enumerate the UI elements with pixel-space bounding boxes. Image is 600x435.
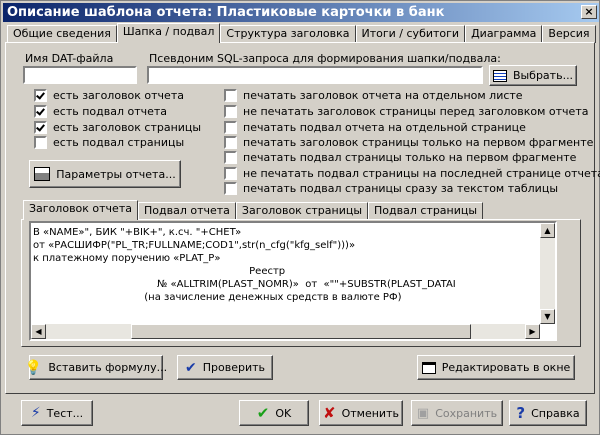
lightning-icon: ⚡ (30, 405, 41, 421)
checkbox-page-header[interactable] (34, 121, 47, 134)
check-label: печатать заголовок отчета на отдельном л… (243, 89, 523, 102)
tab-totals[interactable]: Итоги / субитоги (355, 25, 466, 43)
close-button[interactable]: × (581, 5, 597, 19)
help-button-label: Справка (531, 406, 580, 420)
sub-tabs: Заголовок отчета Подвал отчета Заголовок… (23, 200, 484, 220)
scroll-up-icon[interactable]: ▲ (540, 223, 555, 238)
checkbox-right-7[interactable] (224, 182, 237, 195)
test-button-label: Тест... (46, 406, 84, 420)
editor-line: от «РАСШИФР("PL_TR;FULLNAME;COD1",str(n_… (33, 240, 356, 251)
tab-diagram[interactable]: Диаграмма (465, 25, 543, 43)
editor-line: к платежному поручению «PLAT_P» (33, 253, 221, 264)
list-icon (492, 69, 507, 82)
check-right-6[interactable]: не печатать подвал страницы на последней… (224, 167, 600, 180)
checkbox-right-6[interactable] (224, 167, 237, 180)
check-right-5[interactable]: печатать подвал страницы только на перво… (224, 151, 576, 164)
check-label: печатать подвал отчета на отдельной стра… (243, 121, 526, 134)
check-label: не печатать подвал страницы на последней… (243, 167, 600, 180)
editor-line: (на зачисление денежных средств в валюте… (33, 292, 402, 303)
main-tabs: Общие сведения Шапка / подвал Структура … (7, 23, 596, 43)
cancel-button[interactable]: ✘ Отменить (319, 400, 403, 426)
edit-in-window-button[interactable]: Редактировать в окне (417, 355, 575, 380)
printer-icon (34, 167, 51, 181)
vertical-scrollbar[interactable] (540, 223, 555, 323)
checkbox-right-5[interactable] (224, 151, 237, 164)
check-right-2[interactable]: не печатать заголовок страницы перед заг… (224, 105, 588, 118)
editor-line: В «NAME»", БИК "+BIK+", к.сч. "+CHET» (33, 227, 242, 238)
checkmark-icon: ✔ (256, 404, 270, 422)
title-bar: Описание шаблона отчета: Пластиковые кар… (3, 3, 599, 22)
test-button[interactable]: ⚡ Тест... (21, 400, 93, 426)
lightbulb-icon: 💡 (24, 359, 43, 376)
tab-version[interactable]: Версия (542, 25, 596, 43)
insert-formula-label: Вставить формулу... (48, 361, 168, 374)
check-report-header[interactable]: есть заголовок отчета (34, 89, 184, 102)
save-button-label: Сохранить (435, 406, 498, 420)
subtab-report-header[interactable]: Заголовок отчета (23, 200, 138, 220)
check-page-header[interactable]: есть заголовок страницы (34, 121, 201, 134)
check-button-label: Проверить (202, 361, 265, 374)
scroll-down-icon[interactable]: ▼ (540, 309, 555, 324)
report-params-button[interactable]: Параметры отчета... (29, 160, 181, 188)
tab-header-structure[interactable]: Структура заголовка (220, 25, 356, 43)
sql-alias-input[interactable] (147, 66, 483, 84)
check-report-footer[interactable]: есть подвал отчета (34, 105, 167, 118)
tab-general[interactable]: Общие сведения (7, 25, 117, 43)
cancel-button-label: Отменить (341, 406, 399, 420)
scroll-left-icon[interactable]: ◀ (31, 324, 46, 339)
check-label: не печатать заголовок страницы перед заг… (243, 105, 589, 118)
select-button[interactable]: Выбрать... (489, 65, 577, 86)
ok-button-label: OK (275, 406, 292, 420)
tab-header-footer[interactable]: Шапка / подвал (116, 23, 221, 43)
checkbox-report-header[interactable] (34, 89, 47, 102)
subtab-page-header[interactable]: Заголовок страницы (235, 202, 369, 220)
checkbox-right-2[interactable] (224, 105, 237, 118)
checkbox-right-4[interactable] (224, 136, 237, 149)
horizontal-scroll-thumb[interactable] (131, 324, 471, 339)
check-page-footer[interactable]: есть подвал страницы (34, 136, 184, 149)
checkbox-page-footer[interactable] (34, 136, 47, 149)
checkbox-right-1[interactable] (224, 89, 237, 102)
check-right-4[interactable]: печатать заголовок страницы только на пе… (224, 136, 593, 149)
check-right-7[interactable]: печатать подвал страницы сразу за тексто… (224, 182, 558, 195)
subtab-page-footer[interactable]: Подвал страницы (368, 202, 484, 220)
check-button[interactable]: ✔ Проверить (177, 355, 273, 380)
editor-line: Реестр (33, 266, 286, 277)
scroll-right-icon[interactable]: ▶ (525, 324, 540, 339)
check-label: печатать заголовок страницы только на пе… (243, 136, 594, 149)
check-label: есть подвал страницы (53, 136, 185, 149)
check-label: печатать подвал страницы сразу за тексто… (243, 182, 558, 195)
check-label: печатать подвал страницы только на перво… (243, 151, 577, 164)
dialog-window: Описание шаблона отчета: Пластиковые кар… (0, 0, 600, 435)
dat-file-label: Имя DAT-файла (25, 52, 114, 65)
save-button[interactable]: ▣ Сохранить (411, 400, 503, 426)
editor-line: № «ALLTRIM(PLAST_NOMR)» от «""+SUBSTR(PL… (33, 279, 456, 290)
subtab-report-footer[interactable]: Подвал отчета (137, 202, 236, 220)
cross-icon: ✘ (323, 404, 336, 422)
check-right-1[interactable]: печатать заголовок отчета на отдельном л… (224, 89, 523, 102)
formula-editor[interactable]: В «NAME»", БИК "+BIK+", к.сч. "+CHET» от… (29, 221, 557, 341)
window-title: Описание шаблона отчета: Пластиковые кар… (7, 5, 445, 20)
check-label: есть подвал отчета (53, 105, 168, 118)
window-icon (421, 361, 436, 374)
checkbox-right-3[interactable] (224, 121, 237, 134)
save-icon: ▣ (416, 405, 430, 421)
help-button[interactable]: ? Справка (509, 400, 587, 426)
edit-in-window-label: Редактировать в окне (441, 361, 571, 374)
check-label: есть заголовок отчета (53, 89, 184, 102)
sql-alias-label: Псевдоним SQL-запроса для формирования ш… (149, 52, 501, 65)
question-icon: ? (516, 404, 526, 422)
report-params-label: Параметры отчета... (56, 167, 176, 181)
insert-formula-button[interactable]: 💡 Вставить формулу... (25, 355, 167, 380)
checkbox-report-footer[interactable] (34, 105, 47, 118)
check-label: есть заголовок страницы (53, 121, 202, 134)
dat-file-input[interactable] (23, 66, 137, 84)
ok-button[interactable]: ✔ OK (239, 400, 309, 426)
checkmark-icon: ✔ (185, 359, 197, 376)
select-button-label: Выбрать... (512, 69, 574, 82)
check-right-3[interactable]: печатать подвал отчета на отдельной стра… (224, 121, 526, 134)
